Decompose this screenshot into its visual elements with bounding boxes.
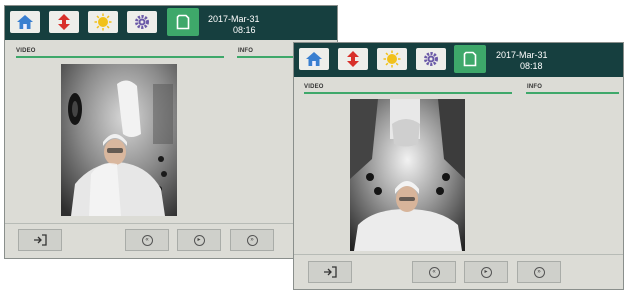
settings-button[interactable] xyxy=(416,48,446,70)
next-icon: » xyxy=(246,234,258,246)
play-button[interactable]: ▸ xyxy=(177,229,221,251)
previous-icon: « xyxy=(428,266,440,278)
video-divider xyxy=(304,92,512,94)
screen-back: 2017-Mar-31 08:16 VIDEO INFO « ▸ » xyxy=(4,5,338,259)
page-icon xyxy=(176,14,190,30)
previous-icon: « xyxy=(141,234,153,246)
transfer-icon xyxy=(58,14,70,30)
video-divider xyxy=(16,56,224,58)
top-bar: 2017-Mar-31 08:16 xyxy=(5,6,337,40)
next-button[interactable]: » xyxy=(230,229,274,251)
exit-icon xyxy=(34,234,47,246)
previous-button[interactable]: « xyxy=(125,229,169,251)
exit-button[interactable] xyxy=(308,261,352,283)
time-text: 08:18 xyxy=(520,61,543,71)
datetime: 2017-Mar-31 08:18 xyxy=(496,50,548,72)
info-label: INFO xyxy=(238,48,254,54)
video-feed xyxy=(350,99,465,251)
sun-icon xyxy=(94,13,112,31)
gear-icon xyxy=(424,52,438,66)
home-button[interactable] xyxy=(10,11,40,33)
exit-icon xyxy=(324,266,337,278)
bottom-bar: « ▸ » xyxy=(5,223,337,258)
play-button[interactable]: ▸ xyxy=(464,261,508,283)
video-image xyxy=(61,64,177,216)
bottom-bar: « ▸ » xyxy=(294,254,623,289)
video-label: VIDEO xyxy=(304,84,324,90)
video-image xyxy=(350,99,465,251)
info-label: INFO xyxy=(527,84,543,90)
page-tab-active[interactable] xyxy=(454,45,486,73)
play-icon: ▸ xyxy=(480,266,492,278)
page-icon xyxy=(463,51,477,67)
date-text: 2017-Mar-31 xyxy=(208,14,260,24)
sun-button[interactable] xyxy=(377,48,407,70)
play-icon: ▸ xyxy=(193,234,205,246)
sun-icon xyxy=(383,50,401,68)
home-icon xyxy=(17,15,33,29)
next-icon: » xyxy=(533,266,545,278)
sun-button[interactable] xyxy=(88,11,118,33)
home-icon xyxy=(306,52,322,66)
page-tab-active[interactable] xyxy=(167,8,199,36)
time-text: 08:16 xyxy=(233,25,256,35)
top-bar: 2017-Mar-31 08:18 xyxy=(294,43,623,77)
transfer-button[interactable] xyxy=(338,48,368,70)
date-text: 2017-Mar-31 xyxy=(496,50,548,60)
gear-icon xyxy=(135,15,149,29)
video-label: VIDEO xyxy=(16,48,36,54)
exit-button[interactable] xyxy=(18,229,62,251)
datetime: 2017-Mar-31 08:16 xyxy=(208,14,260,36)
next-button[interactable]: » xyxy=(517,261,561,283)
screen-front: 2017-Mar-31 08:18 VIDEO INFO « ▸ » xyxy=(293,42,624,290)
home-button[interactable] xyxy=(299,48,329,70)
transfer-button[interactable] xyxy=(49,11,79,33)
settings-button[interactable] xyxy=(127,11,157,33)
transfer-icon xyxy=(347,51,359,67)
previous-button[interactable]: « xyxy=(412,261,456,283)
info-divider xyxy=(526,92,619,94)
video-feed xyxy=(61,64,177,216)
